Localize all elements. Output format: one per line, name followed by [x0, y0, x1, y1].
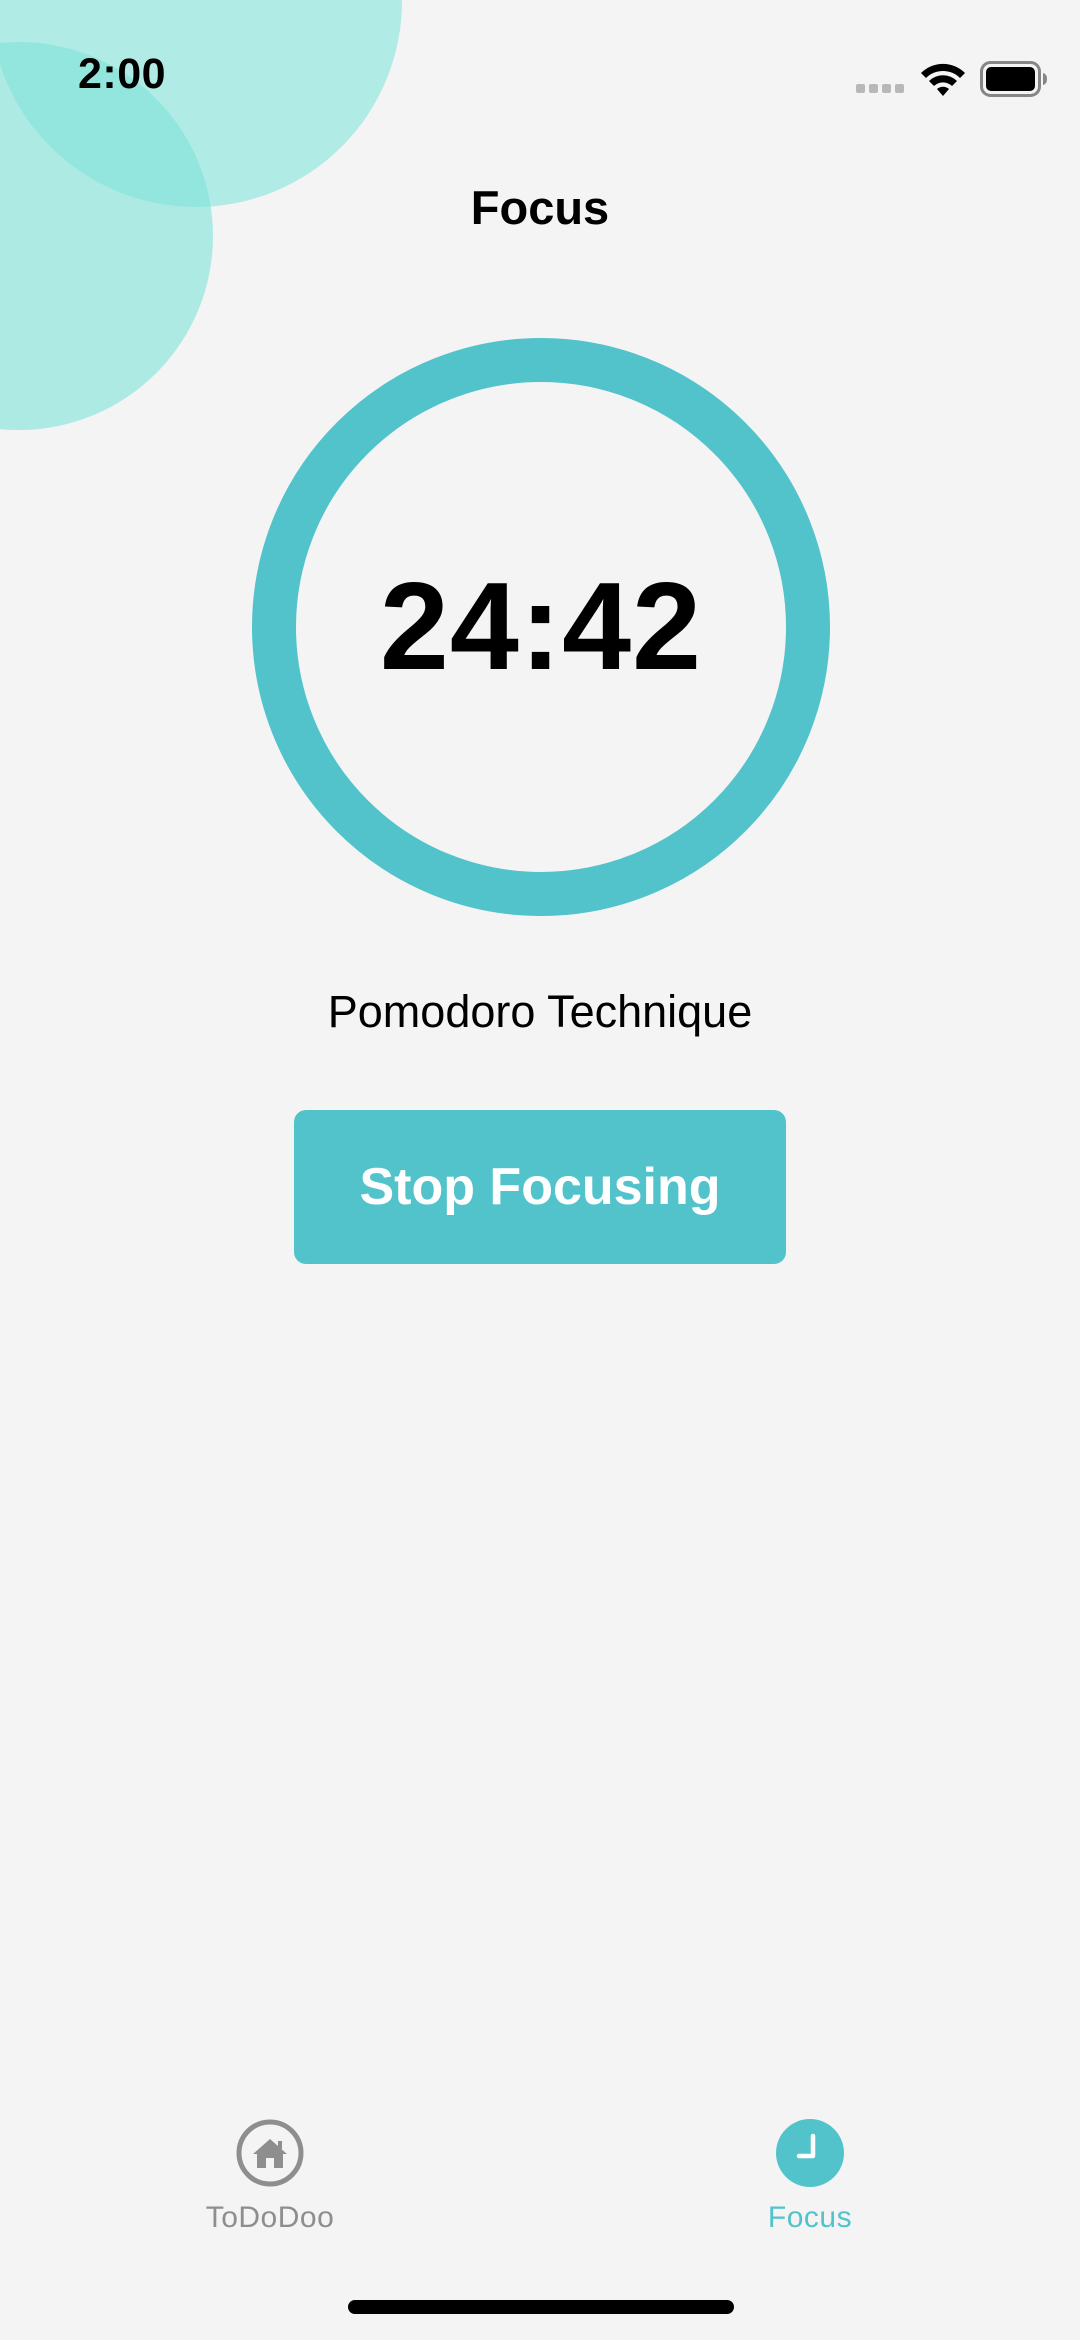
tab-tododoo[interactable]: ToDoDoo — [160, 2118, 380, 2248]
tab-focus[interactable]: Focus — [700, 2118, 920, 2248]
clock-icon — [776, 2119, 844, 2187]
tab-label: Focus — [767, 2201, 853, 2234]
tab-label: ToDoDoo — [205, 2201, 335, 2234]
home-icon — [236, 2119, 304, 2187]
stop-focusing-button[interactable]: Stop Focusing — [294, 1110, 786, 1264]
home-indicator — [348, 2300, 734, 2314]
wifi-icon — [921, 63, 965, 96]
cellular-signal-icon — [856, 84, 904, 93]
battery-icon — [980, 61, 1047, 97]
status-bar-time: 2:00 — [78, 50, 167, 98]
timer-countdown: 24:42 — [379, 558, 703, 696]
page-title: Focus — [470, 181, 610, 234]
focus-screen: 2:00 Focus 24:42 Pomodoro Technique Stop… — [0, 0, 1080, 2340]
technique-label: Pomodoro Technique — [327, 986, 753, 1037]
